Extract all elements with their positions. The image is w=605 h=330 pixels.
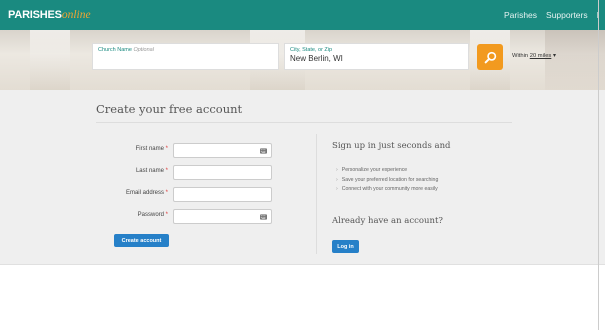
chevron-down-icon: ▾: [552, 53, 556, 59]
window-edge: [598, 0, 599, 330]
church-name-search-field[interactable]: Church Name Optional: [92, 43, 279, 70]
last-name-input[interactable]: [173, 165, 272, 180]
last-name-row: Last name *: [100, 165, 276, 181]
create-account-button[interactable]: Create account: [114, 234, 169, 247]
within-distance[interactable]: 20 miles: [530, 53, 552, 59]
hero-decoration: [30, 30, 70, 90]
last-name-label: Last name *: [135, 168, 168, 174]
email-row: Email address *: [100, 187, 276, 203]
within-prefix: Within: [512, 53, 529, 59]
list-item: Save your preferred location for searchi…: [336, 176, 439, 186]
email-label: Email address *: [125, 190, 168, 196]
location-search-field[interactable]: City, State, or Zip New Berlin, WI: [284, 43, 469, 70]
keyboard-icon: [260, 148, 267, 154]
top-navbar: PARISHES online Parishes Supporters I: [0, 0, 605, 30]
email-input[interactable]: [173, 187, 272, 202]
title-divider: [96, 122, 512, 123]
first-name-input[interactable]: [173, 143, 272, 158]
keyboard-icon: [260, 214, 267, 220]
nav-link-supporters[interactable]: Supporters: [546, 10, 588, 20]
first-name-label: First name *: [135, 146, 168, 152]
list-item: Personalize your experience: [336, 166, 438, 176]
benefits-list: Personalize your experience Save your pr…: [336, 166, 439, 195]
location-label: City, State, or Zip: [290, 47, 333, 53]
nav-links: Parishes Supporters I: [504, 10, 599, 20]
column-divider: [316, 134, 317, 254]
password-label: Password *: [137, 212, 168, 218]
log-in-button[interactable]: Log in: [332, 240, 359, 253]
radius-select[interactable]: Within 20 miles ▾: [512, 53, 556, 59]
login-heading: Already have an account?: [332, 216, 443, 226]
magnifier-icon: [484, 51, 496, 63]
logo-online: online: [61, 9, 91, 21]
church-name-label: Church Name Optional: [98, 47, 154, 53]
search-button[interactable]: [477, 44, 503, 70]
password-row: Password *: [100, 209, 276, 225]
optional-hint: Optional: [133, 47, 154, 53]
location-input[interactable]: New Berlin, WI: [290, 54, 463, 63]
first-name-row: First name *: [100, 143, 276, 159]
site-logo[interactable]: PARISHES online: [8, 9, 91, 21]
signup-heading: Sign up in just seconds and: [332, 141, 451, 151]
logo-parishes: PARISHES: [8, 9, 62, 21]
page-title: Create your free account: [96, 102, 243, 116]
hero-decoration: [545, 30, 605, 90]
nav-link-parishes[interactable]: Parishes: [504, 10, 537, 20]
list-item: Connect with your community more easily: [336, 185, 438, 195]
password-input[interactable]: [173, 209, 272, 224]
account-panel: Create your free account First name * La…: [0, 90, 605, 265]
